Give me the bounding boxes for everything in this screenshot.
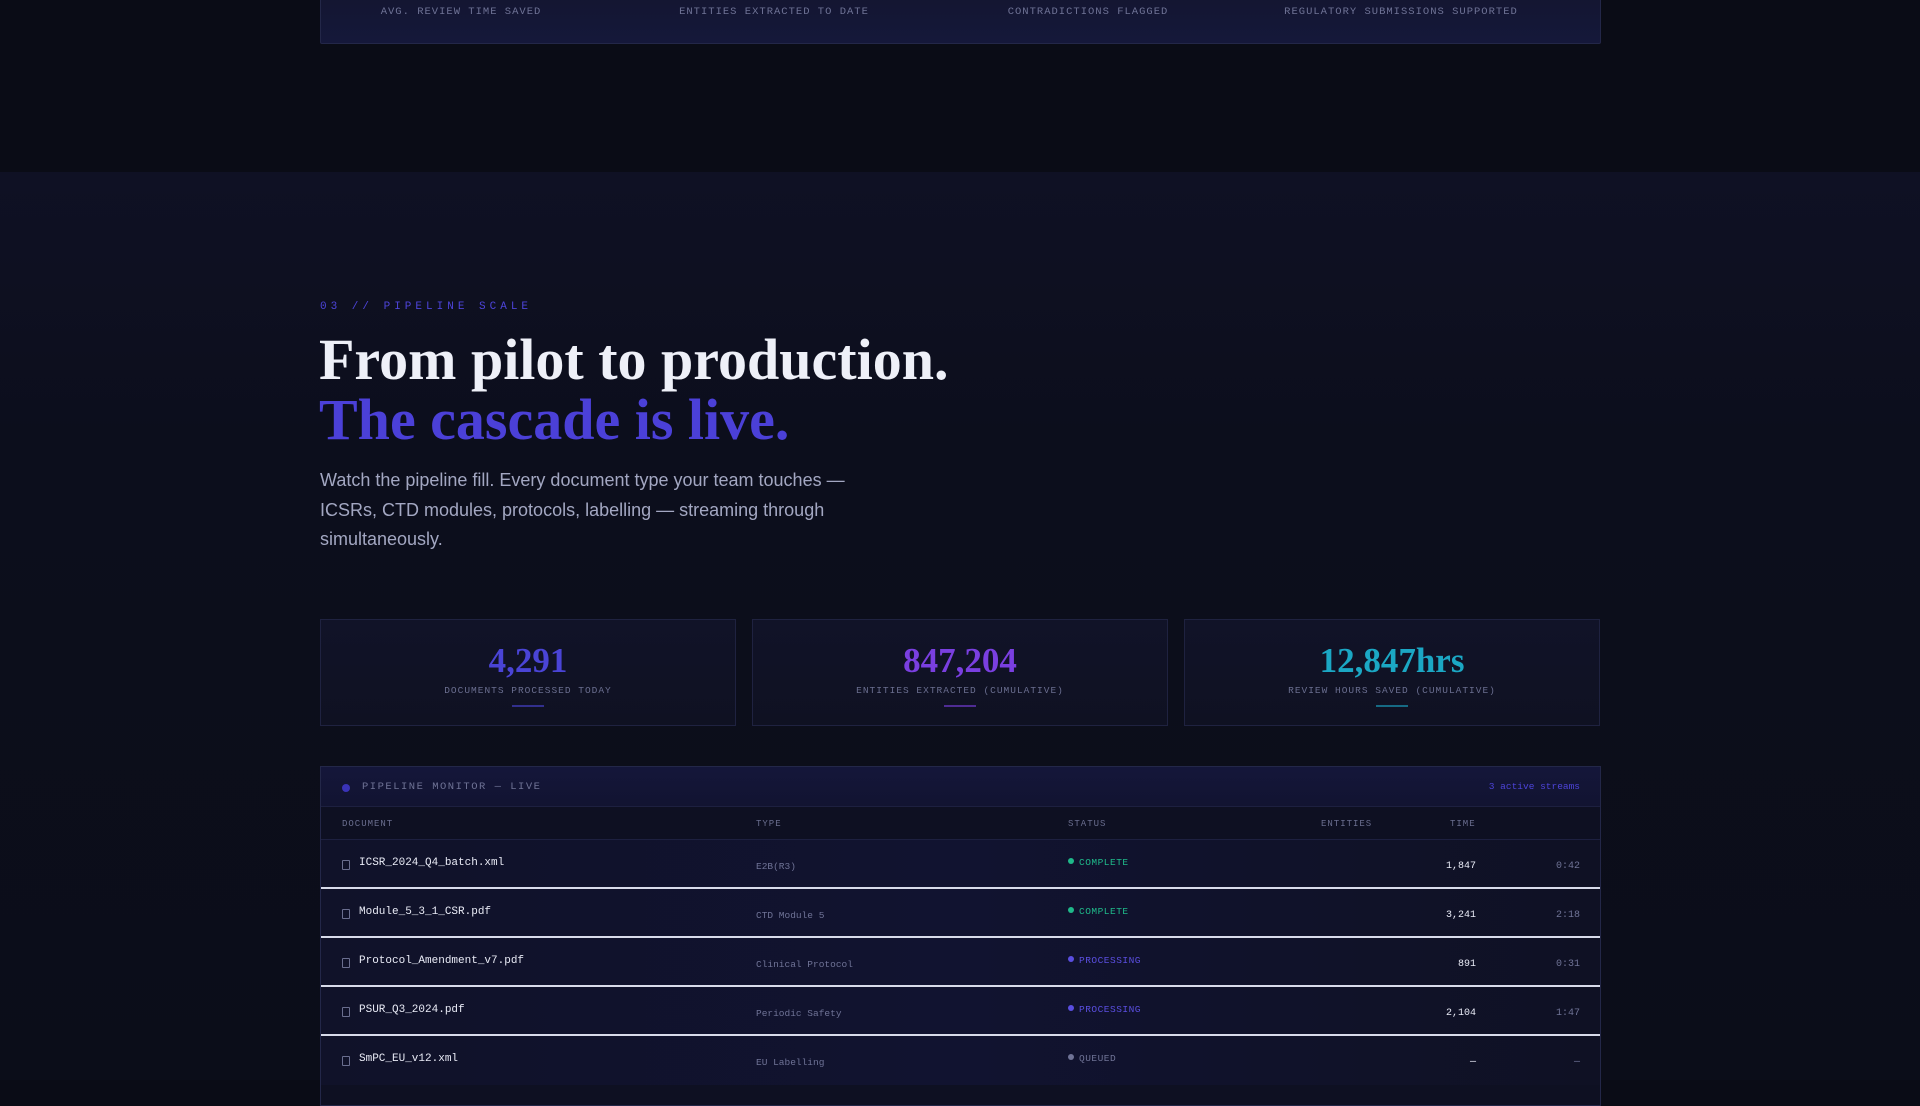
row-entities: 891	[1457, 959, 1476, 970]
row-type: E2B(R3)	[756, 861, 796, 872]
file-icon	[342, 958, 350, 968]
monitor-header: PIPELINE MONITOR — LIVE 3 active streams	[321, 767, 1600, 807]
row-type: CTD Module 5	[756, 910, 825, 921]
top-stats-strip: AVG. REVIEW TIME SAVED ENTITIES EXTRACTE…	[320, 0, 1601, 44]
row-type: EU Labelling	[756, 1057, 825, 1068]
row-time: 1:47	[1555, 1008, 1580, 1019]
monitor-title: PIPELINE MONITOR — LIVE	[362, 781, 542, 793]
section-headline: From pilot to production. The cascade is…	[319, 330, 948, 450]
table-row[interactable]: Protocol_Amendment_v7.pdf Clinical Protoc…	[321, 938, 1600, 987]
col-time[interactable]: TIME	[1450, 819, 1476, 829]
file-icon	[342, 1056, 350, 1066]
stat-caption: ENTITIES EXTRACTED (CUMULATIVE)	[856, 685, 1064, 696]
row-type: Clinical Protocol	[756, 959, 853, 970]
stat-value: 847,204	[903, 641, 1017, 680]
row-document[interactable]: SmPC_EU_v12.xml	[359, 1053, 458, 1065]
row-entities: —	[1469, 1057, 1476, 1068]
row-status: COMPLETE	[1068, 857, 1129, 868]
table-row[interactable]: Module_5_3_1_CSR.pdf CTD Module 5 COMPLETE…	[321, 889, 1600, 938]
stat-value: 12,847hrs	[1319, 641, 1465, 680]
status-dot-icon	[1068, 907, 1074, 913]
stat-caption: REVIEW HOURS SAVED (CUMULATIVE)	[1288, 685, 1496, 696]
table-row[interactable]: SmPC_EU_v12.xml EU Labelling QUEUED — —	[321, 1036, 1600, 1085]
stat-card-review-hours: 12,847hrs REVIEW HOURS SAVED (CUMULATIVE…	[1184, 619, 1600, 726]
status-dot-icon	[1068, 1005, 1074, 1011]
status-label: PROCESSING	[1079, 955, 1142, 966]
row-document[interactable]: PSUR_Q3_2024.pdf	[359, 1004, 465, 1016]
stat-card-entities: 847,204 ENTITIES EXTRACTED (CUMULATIVE)	[752, 619, 1168, 726]
stat-caption: DOCUMENTS PROCESSED TODAY	[444, 685, 612, 696]
stat-card-documents: 4,291 DOCUMENTS PROCESSED TODAY	[320, 619, 736, 726]
status-dot-icon	[1068, 1054, 1074, 1060]
row-status: QUEUED	[1068, 1053, 1116, 1064]
row-status: PROCESSING	[1068, 1004, 1141, 1015]
row-document[interactable]: Module_5_3_1_CSR.pdf	[359, 906, 491, 918]
col-entities[interactable]: ENTITIES	[1321, 819, 1372, 829]
status-label: QUEUED	[1079, 1053, 1117, 1064]
row-time: 2:18	[1555, 910, 1580, 921]
section-eyebrow: 03 // PIPELINE SCALE	[320, 301, 533, 313]
top-stat-label-contradictions: CONTRADICTIONS FLAGGED	[1007, 6, 1169, 18]
col-type[interactable]: TYPE	[756, 819, 782, 829]
stat-accent-bar	[512, 705, 544, 707]
status-dot-icon	[1068, 956, 1074, 962]
row-entities: 1,847	[1445, 861, 1476, 872]
stat-accent-bar	[1376, 705, 1408, 707]
row-status: COMPLETE	[1068, 906, 1129, 917]
row-entities: 2,104	[1445, 1008, 1476, 1019]
active-streams-link[interactable]: 3 active streams	[1489, 781, 1580, 792]
status-label: COMPLETE	[1079, 906, 1129, 917]
row-status: PROCESSING	[1068, 955, 1141, 966]
row-document[interactable]: ICSR_2024_Q4_batch.xml	[359, 857, 504, 869]
table-body: ICSR_2024_Q4_batch.xml E2B(R3) COMPLETE 1,8…	[321, 840, 1600, 1085]
status-dot-icon	[1068, 858, 1074, 864]
pipeline-monitor: PIPELINE MONITOR — LIVE 3 active streams…	[320, 766, 1601, 1106]
row-document[interactable]: Protocol_Amendment_v7.pdf	[359, 955, 524, 967]
row-time: —	[1573, 1057, 1580, 1068]
table-header: DOCUMENT TYPE STATUS ENTITIES TIME	[321, 807, 1600, 840]
status-label: PROCESSING	[1079, 1004, 1142, 1015]
file-icon	[342, 860, 350, 870]
table-row[interactable]: ICSR_2024_Q4_batch.xml E2B(R3) COMPLETE 1,8…	[321, 840, 1600, 889]
top-stat-label-submissions: REGULATORY SUBMISSIONS SUPPORTED	[1284, 6, 1518, 18]
top-stat-label-review-time: AVG. REVIEW TIME SAVED	[380, 6, 542, 18]
status-label: COMPLETE	[1079, 857, 1129, 868]
headline-line-1: From pilot to production.	[319, 327, 949, 392]
row-entities: 3,241	[1445, 910, 1476, 921]
section-subtitle: Watch the pipeline fill. Every document …	[320, 470, 845, 549]
top-stat-label-entities: ENTITIES EXTRACTED TO DATE	[679, 6, 869, 18]
live-indicator-icon	[342, 784, 350, 792]
file-icon	[342, 1007, 350, 1017]
stat-value: 4,291	[488, 641, 568, 680]
file-icon	[342, 909, 350, 919]
col-document[interactable]: DOCUMENT	[342, 819, 393, 829]
headline-line-2: The cascade is live.	[319, 387, 790, 452]
stat-accent-bar	[944, 705, 976, 707]
row-time: 0:31	[1555, 959, 1580, 970]
col-status[interactable]: STATUS	[1068, 819, 1106, 829]
row-time: 0:42	[1555, 861, 1580, 872]
table-row[interactable]: PSUR_Q3_2024.pdf Periodic Safety PROCESSIN…	[321, 987, 1600, 1036]
row-type: Periodic Safety	[756, 1008, 842, 1019]
